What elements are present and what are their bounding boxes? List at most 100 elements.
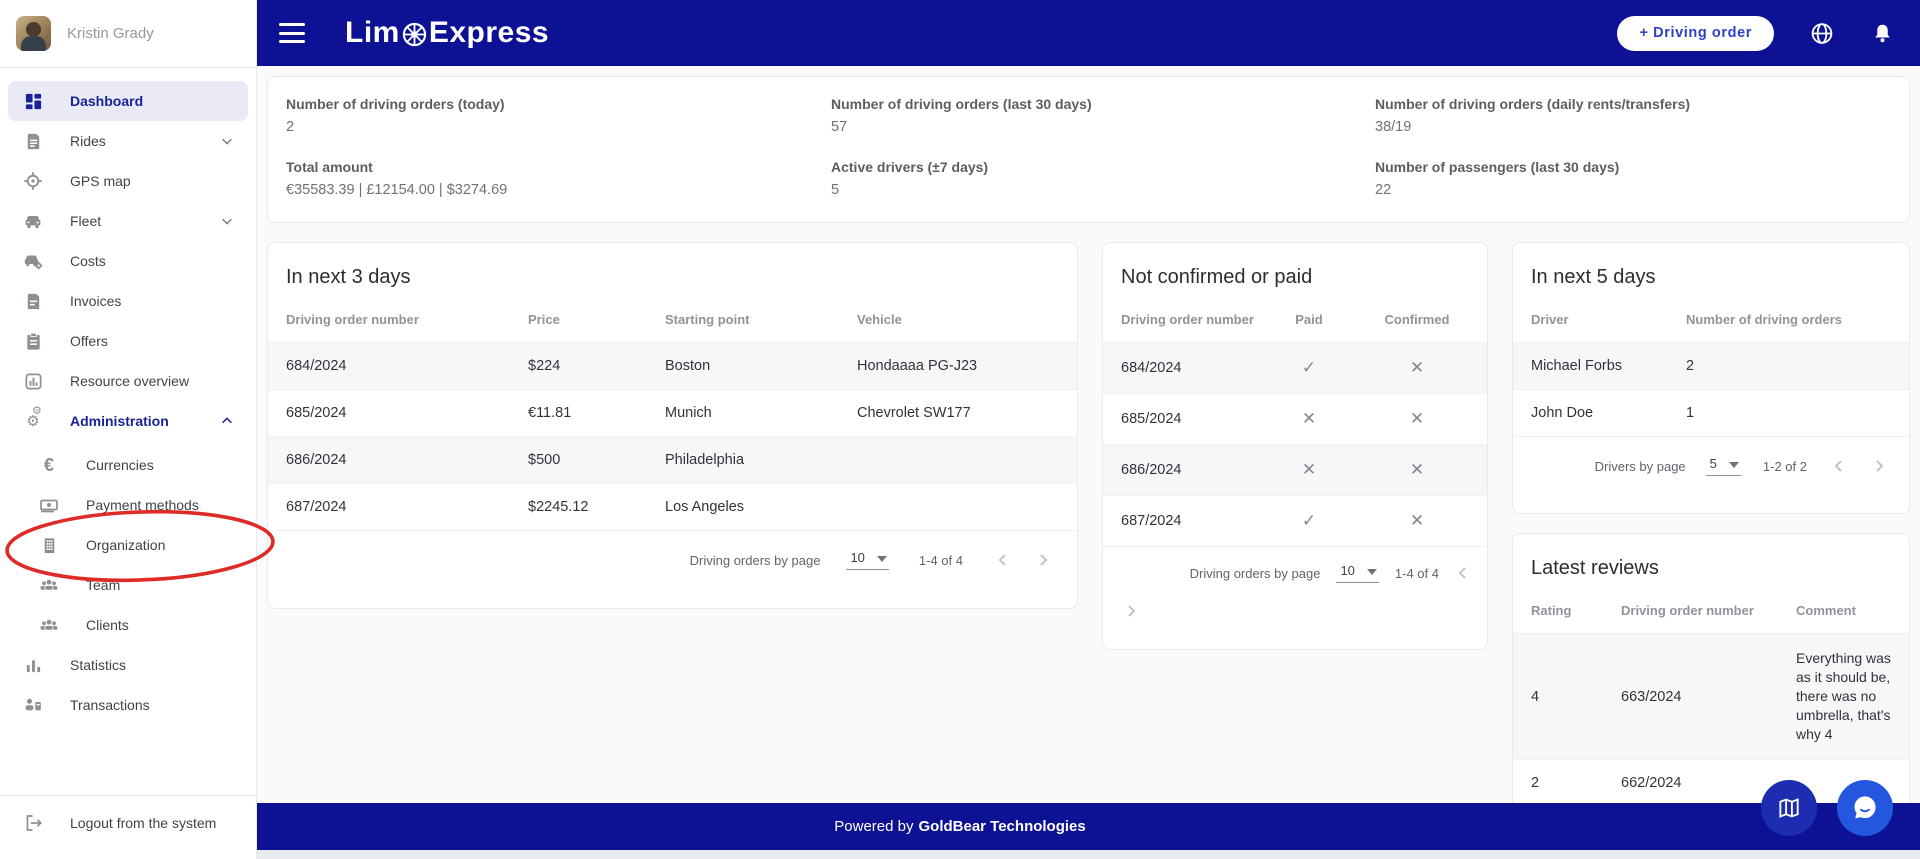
sidebar-item-label: Dashboard [70,93,226,109]
sidebar-item-dashboard[interactable]: Dashboard [8,81,248,121]
table-row[interactable]: 684/2024 ✓ ✕ [1103,343,1487,394]
stat-orders-today: Number of driving orders (today) 2 [286,96,831,135]
sidebar-item-label: Payment methods [86,497,234,513]
sidebar-item-label: Clients [86,617,234,633]
language-globe-icon[interactable] [1810,21,1834,45]
add-driving-order-button[interactable]: + Driving order [1617,16,1774,51]
administration-gears-icon: ⚙⚙ [22,410,44,432]
previous-page-icon[interactable] [1453,563,1473,583]
chat-fab-button[interactable] [1837,780,1893,836]
next-page-icon[interactable] [1121,601,1141,621]
table-row[interactable]: 687/2024$2245.12Los Angeles [268,484,1077,531]
sidebar-item-label: Statistics [70,657,234,673]
table-row[interactable]: 684/2024$224BostonHondaaaa PG-J23 [268,343,1077,390]
map-fab-button[interactable] [1761,780,1817,836]
not-confirmed-card: Not confirmed or paid Driving order numb… [1102,242,1488,650]
table-row[interactable]: Michael Forbs2 [1513,343,1909,390]
sidebar-item-administration[interactable]: ⚙⚙ Administration [0,401,256,441]
euro-icon: € [38,454,60,476]
banknote-icon [38,494,60,516]
next-page-icon[interactable] [1033,550,1053,570]
page-size-label: Drivers by page [1595,459,1686,474]
pagination: Driving orders by page 10 1-4 of 4 [268,531,1077,589]
sidebar-item-label: Transactions [70,697,234,713]
sidebar-item-rides[interactable]: Rides [0,121,256,161]
fleet-icon [22,210,44,232]
footer: Powered by GoldBear Technologies [0,803,1920,850]
confirmed-status-icon: ✕ [1410,358,1424,377]
brand-link[interactable]: GoldBear Technologies [918,818,1085,835]
logout-label: Logout from the system [70,815,216,831]
page-size-label: Driving orders by page [690,553,821,568]
stat-active-drivers: Active drivers (±7 days) 5 [831,159,1375,198]
stat-orders-30-days: Number of driving orders (last 30 days) … [831,96,1375,135]
card-title: Not confirmed or paid [1103,243,1487,297]
sidebar-item-team[interactable]: Team [0,565,256,605]
sidebar-item-label: Team [86,577,234,593]
sidebar-item-gps-map[interactable]: GPS map [0,161,256,201]
card-title: In next 5 days [1513,243,1909,297]
table-row[interactable]: 686/2024 ✕ ✕ [1103,445,1487,496]
chevron-up-icon [220,414,234,428]
next-page-icon[interactable] [1869,456,1889,476]
logo-text-post: Express [429,16,549,50]
powered-by-label: Powered by [834,818,913,835]
sidebar-item-label: Offers [70,333,234,349]
page-size-select[interactable]: 10 [846,550,888,570]
sidebar-item-label: Fleet [70,213,220,229]
sidebar: Kristin Grady Dashboard Rides G [0,0,257,859]
invoices-icon [22,290,44,312]
logout-button[interactable]: Logout from the system [0,795,256,850]
table-header-row: Driver Number of driving orders [1513,297,1909,343]
sidebar-item-transactions[interactable]: Transactions [0,685,256,725]
table-row[interactable]: 687/2024 ✓ ✕ [1103,496,1487,547]
resource-overview-icon [22,370,44,392]
logo-text-pre: Lim [345,16,400,50]
building-icon [38,534,60,556]
gps-icon [22,170,44,192]
sidebar-item-offers[interactable]: Offers [0,321,256,361]
sidebar-item-fleet[interactable]: Fleet [0,201,256,241]
next-3-days-card: In next 3 days Driving order number Pric… [267,242,1078,609]
sidebar-item-label: Organization [86,537,234,553]
table-row[interactable]: 685/2024 ✕ ✕ [1103,394,1487,445]
sidebar-item-costs[interactable]: Costs [0,241,256,281]
sidebar-item-payment-methods[interactable]: Payment methods [0,485,256,525]
next-5-days-card: In next 5 days Driver Number of driving … [1512,242,1910,514]
confirmed-status-icon: ✕ [1410,460,1424,479]
page-size-select[interactable]: 10 [1336,563,1378,583]
previous-page-icon[interactable] [1829,456,1849,476]
chat-icon [1851,794,1879,822]
chevron-down-icon [220,134,234,148]
stat-passengers: Number of passengers (last 30 days) 22 [1375,159,1909,198]
stats-card: Number of driving orders (today) 2 Numbe… [267,76,1910,223]
user-name: Kristin Grady [67,25,154,42]
table-row[interactable]: John Doe1 [1513,390,1909,437]
sidebar-item-label: GPS map [70,173,234,189]
stat-orders-rents-transfers: Number of driving orders (daily rents/tr… [1375,96,1909,135]
sidebar-item-currencies[interactable]: € Currencies [0,445,256,485]
table-row[interactable]: 685/2024€11.81MunichChevrolet SW177 [268,390,1077,437]
sidebar-item-label: Invoices [70,293,234,309]
page-size-select[interactable]: 5 [1706,456,1741,476]
pagination: Drivers by page 5 1-2 of 2 [1513,437,1909,495]
offers-icon [22,330,44,352]
people-icon [38,574,60,596]
stat-total-amount: Total amount €35583.39 | £12154.00 | $32… [286,159,831,198]
notifications-bell-icon[interactable] [1870,21,1894,45]
hamburger-menu-icon[interactable] [279,23,305,43]
sidebar-item-resource-overview[interactable]: Resource overview [0,361,256,401]
caret-down-icon [1729,456,1739,471]
sidebar-item-organization[interactable]: Organization [0,525,256,565]
previous-page-icon[interactable] [993,550,1013,570]
table-row[interactable]: 686/2024$500Philadelphia [268,437,1077,484]
table-row[interactable]: 4 663/2024 Everything was as it should b… [1513,634,1909,760]
sidebar-item-clients[interactable]: Clients [0,605,256,645]
sidebar-nav: Dashboard Rides GPS map Fleet [0,68,256,725]
bottom-strip [0,850,1920,859]
app-logo: Lim Express [345,16,549,50]
sidebar-item-invoices[interactable]: Invoices [0,281,256,321]
table-header-row: Rating Driving order number Comment [1513,588,1909,634]
sidebar-item-statistics[interactable]: Statistics [0,645,256,685]
table-header-row: Driving order number Paid Confirmed [1103,297,1487,343]
